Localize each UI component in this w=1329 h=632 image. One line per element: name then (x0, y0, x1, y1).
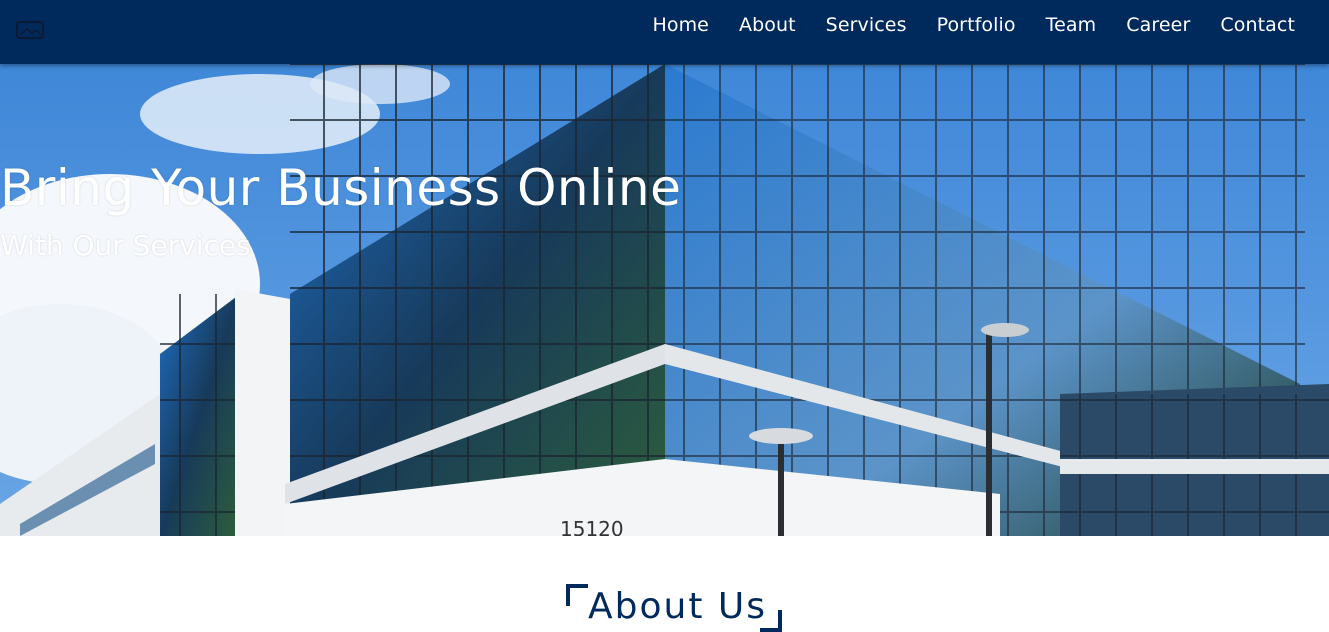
about-title: About Us (588, 586, 767, 627)
hero-banner: 15120 Bring Your Business Online With Ou… (0, 64, 1329, 536)
about-heading: About Us (566, 584, 782, 632)
bracket-decoration-bottom-right (760, 610, 782, 632)
hero-subtitle: With Our Services (0, 229, 251, 262)
nav-about[interactable]: About (739, 11, 796, 39)
image-icon[interactable] (16, 20, 44, 40)
bracket-decoration-top-left (566, 584, 588, 606)
nav-portfolio[interactable]: Portfolio (937, 11, 1016, 39)
hero-background-image: 15120 (0, 64, 1329, 536)
nav-team[interactable]: Team (1046, 11, 1097, 39)
nav-services[interactable]: Services (826, 11, 907, 39)
navbar: Home About Services Portfolio Team Caree… (0, 0, 1329, 64)
about-section: About Us (0, 536, 1329, 632)
nav-home[interactable]: Home (652, 11, 709, 39)
hero-title: Bring Your Business Online (0, 159, 682, 217)
svg-text:15120: 15120 (560, 517, 624, 536)
nav-contact[interactable]: Contact (1220, 11, 1295, 39)
nav-menu: Home About Services Portfolio Team Caree… (622, 11, 1295, 39)
nav-career[interactable]: Career (1126, 11, 1190, 39)
